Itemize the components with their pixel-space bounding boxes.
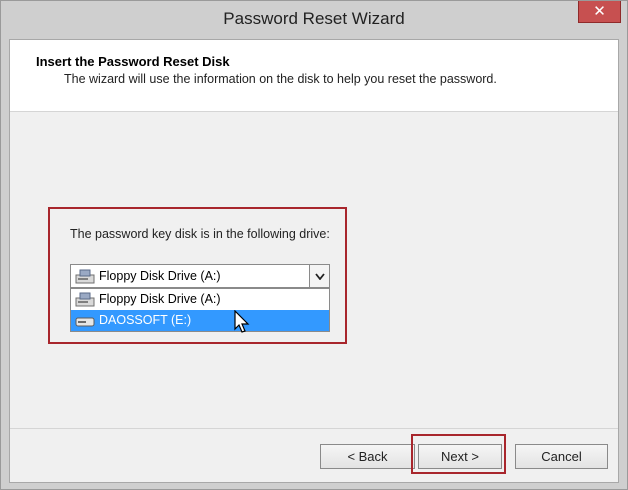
back-button[interactable]: < Back (320, 444, 415, 469)
close-button[interactable]: ✕ (578, 1, 621, 23)
dropdown-option-floppy[interactable]: Floppy Disk Drive (A:) (71, 289, 329, 310)
dropdown-option-daossoft[interactable]: DAOSSOFT (E:) (71, 310, 329, 331)
mouse-pointer-icon (234, 309, 250, 337)
dropdown-option-label: Floppy Disk Drive (A:) (99, 292, 221, 306)
drive-dropdown-list: Floppy Disk Drive (A:) DAOSSOFT (E:) (70, 288, 330, 332)
cancel-button[interactable]: Cancel (515, 444, 608, 469)
window-title: Password Reset Wizard (223, 9, 405, 28)
footer-divider (10, 428, 618, 429)
page-subtitle: The wizard will use the information on t… (64, 72, 497, 86)
drive-select-value: Floppy Disk Drive (A:) (99, 269, 221, 283)
title-bar: Password Reset Wizard ✕ (1, 1, 627, 39)
dropdown-option-label: DAOSSOFT (E:) (99, 313, 192, 327)
close-icon: ✕ (593, 3, 606, 20)
floppy-drive-icon (75, 269, 95, 287)
page-title: Insert the Password Reset Disk (36, 54, 230, 69)
drive-label: The password key disk is in the followin… (70, 227, 330, 241)
wizard-client-area: Insert the Password Reset Disk The wizar… (9, 39, 619, 483)
chevron-down-icon[interactable] (309, 265, 329, 287)
next-button[interactable]: Next > (418, 444, 502, 469)
wizard-header: Insert the Password Reset Disk The wizar… (10, 40, 618, 112)
floppy-drive-icon (75, 292, 95, 310)
wizard-window: Password Reset Wizard ✕ Insert the Passw… (0, 0, 628, 490)
removable-drive-icon (75, 313, 95, 331)
drive-select[interactable]: Floppy Disk Drive (A:) (70, 264, 330, 288)
